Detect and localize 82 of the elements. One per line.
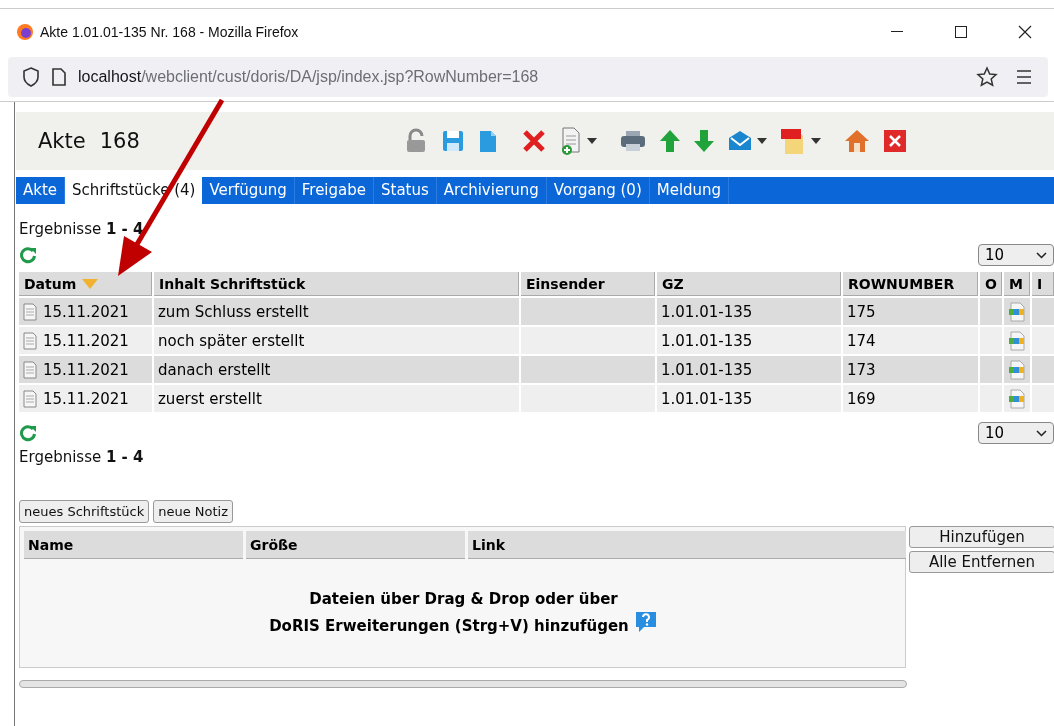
maximize-icon[interactable] [955, 26, 967, 38]
star-icon[interactable] [976, 66, 998, 88]
table-cell [980, 298, 1002, 325]
tab[interactable]: Schriftstücke (4) [65, 177, 203, 204]
table-cell [1032, 356, 1054, 383]
date-text: 15.11.2021 [43, 331, 129, 350]
date-text: 15.11.2021 [43, 302, 129, 321]
column-header[interactable]: Inhalt Schriftstück [154, 272, 519, 296]
record-title: Akte [38, 129, 86, 153]
browser-logo-icon [16, 23, 34, 41]
table-cell [1032, 298, 1054, 325]
up-arrow-icon[interactable] [659, 128, 681, 154]
tab[interactable]: Verfügung [202, 177, 295, 204]
table-cell: noch später erstellt [154, 327, 519, 354]
tab[interactable]: Status [374, 177, 437, 204]
save-icon[interactable] [441, 128, 465, 154]
url-text[interactable]: localhost/webclient/cust/doris/DA/jsp/index.jsp?RowNumber=168 [78, 68, 964, 86]
table-cell: danach erstellt [154, 356, 519, 383]
column-header[interactable]: M [1004, 272, 1030, 296]
table-cell: 1.01.01-135 [657, 385, 841, 412]
tab[interactable]: Meldung [649, 177, 730, 204]
column-header[interactable]: I [1032, 272, 1054, 296]
address-bar[interactable]: localhost/webclient/cust/doris/DA/jsp/index.jsp?RowNumber=168 [8, 57, 1048, 97]
table-cell: zum Schluss erstellt [154, 298, 519, 325]
page-size-select[interactable]: 10 [978, 422, 1054, 444]
table-cell: 175 [843, 298, 978, 325]
action-button[interactable]: neue Notiz [153, 500, 234, 523]
refresh-icon[interactable] [19, 424, 37, 442]
delete-icon[interactable] [521, 128, 547, 154]
document-icon [23, 302, 37, 321]
table-cell: 169 [843, 385, 978, 412]
document-icon [23, 389, 37, 408]
minimize-icon[interactable] [891, 31, 903, 33]
down-arrow-icon[interactable] [693, 128, 715, 154]
upload-area[interactable]: Name Größe Link Dateien über Drag & Drop oder über DoRIS Erweiterungen (Strg+V) hinzufügen [19, 526, 906, 668]
shield-icon[interactable] [22, 67, 40, 87]
tab[interactable]: Vorgang (0) [546, 177, 650, 204]
upload-hint: Dateien über Drag & Drop oder über DoRIS Erweiterungen (Strg+V) hinzufügen [269, 590, 629, 635]
refresh-icon[interactable] [19, 246, 37, 264]
close-icon[interactable] [1018, 25, 1032, 39]
column-header: Größe [246, 531, 465, 559]
upload-button[interactable]: Alle Entfernen [909, 551, 1054, 573]
date-text: 15.11.2021 [43, 360, 129, 379]
column-header[interactable]: O [980, 272, 1002, 296]
tab[interactable]: Freigabe [294, 177, 374, 204]
page-icon[interactable] [52, 68, 66, 86]
table-cell [980, 356, 1002, 383]
column-header: Name [24, 531, 243, 559]
table-cell: 173 [843, 356, 978, 383]
home-icon[interactable] [843, 127, 871, 155]
mail-icon[interactable] [727, 129, 753, 153]
table-cell: 1.01.01-135 [657, 327, 841, 354]
table-cell: 1.01.01-135 [657, 298, 841, 325]
document-icon [23, 360, 37, 379]
caret-icon[interactable] [811, 138, 821, 144]
chevron-icon [1036, 429, 1047, 437]
document-icon[interactable] [477, 128, 499, 154]
document-icon [23, 331, 37, 350]
tab[interactable]: Archivierung [436, 177, 547, 204]
table-cell: 1.01.01-135 [657, 356, 841, 383]
action-button[interactable]: neues Schriftstück [19, 500, 150, 523]
results-count: Ergebnisse 1 - 4 [19, 448, 145, 468]
page-size-select[interactable]: 10 [978, 244, 1054, 266]
caret-icon[interactable] [587, 138, 597, 144]
chevron-icon [1036, 251, 1047, 259]
column-header[interactable]: Einsender [521, 272, 655, 296]
results-count: Ergebnisse 1 - 4 [19, 220, 145, 240]
new-document-icon[interactable] [559, 126, 583, 156]
column-header[interactable]: Datum [19, 272, 152, 296]
upload-button[interactable]: Hinzufügen [909, 526, 1054, 548]
record-number: 168 [99, 129, 140, 153]
column-header[interactable]: ROWNUMBER [843, 272, 978, 296]
scrollbar[interactable] [19, 680, 907, 688]
help-icon[interactable] [633, 610, 658, 634]
table-cell: zuerst erstellt [154, 385, 519, 412]
printer-icon[interactable] [619, 128, 647, 154]
date-text: 15.11.2021 [43, 389, 129, 408]
window-title: Akte 1.01.01-135 Nr. 168 - Mozilla Firefox [40, 24, 300, 40]
table-cell: 174 [843, 327, 978, 354]
column-header[interactable]: GZ [657, 272, 841, 296]
caret-icon[interactable] [757, 138, 767, 144]
column-header: Link [468, 531, 906, 559]
